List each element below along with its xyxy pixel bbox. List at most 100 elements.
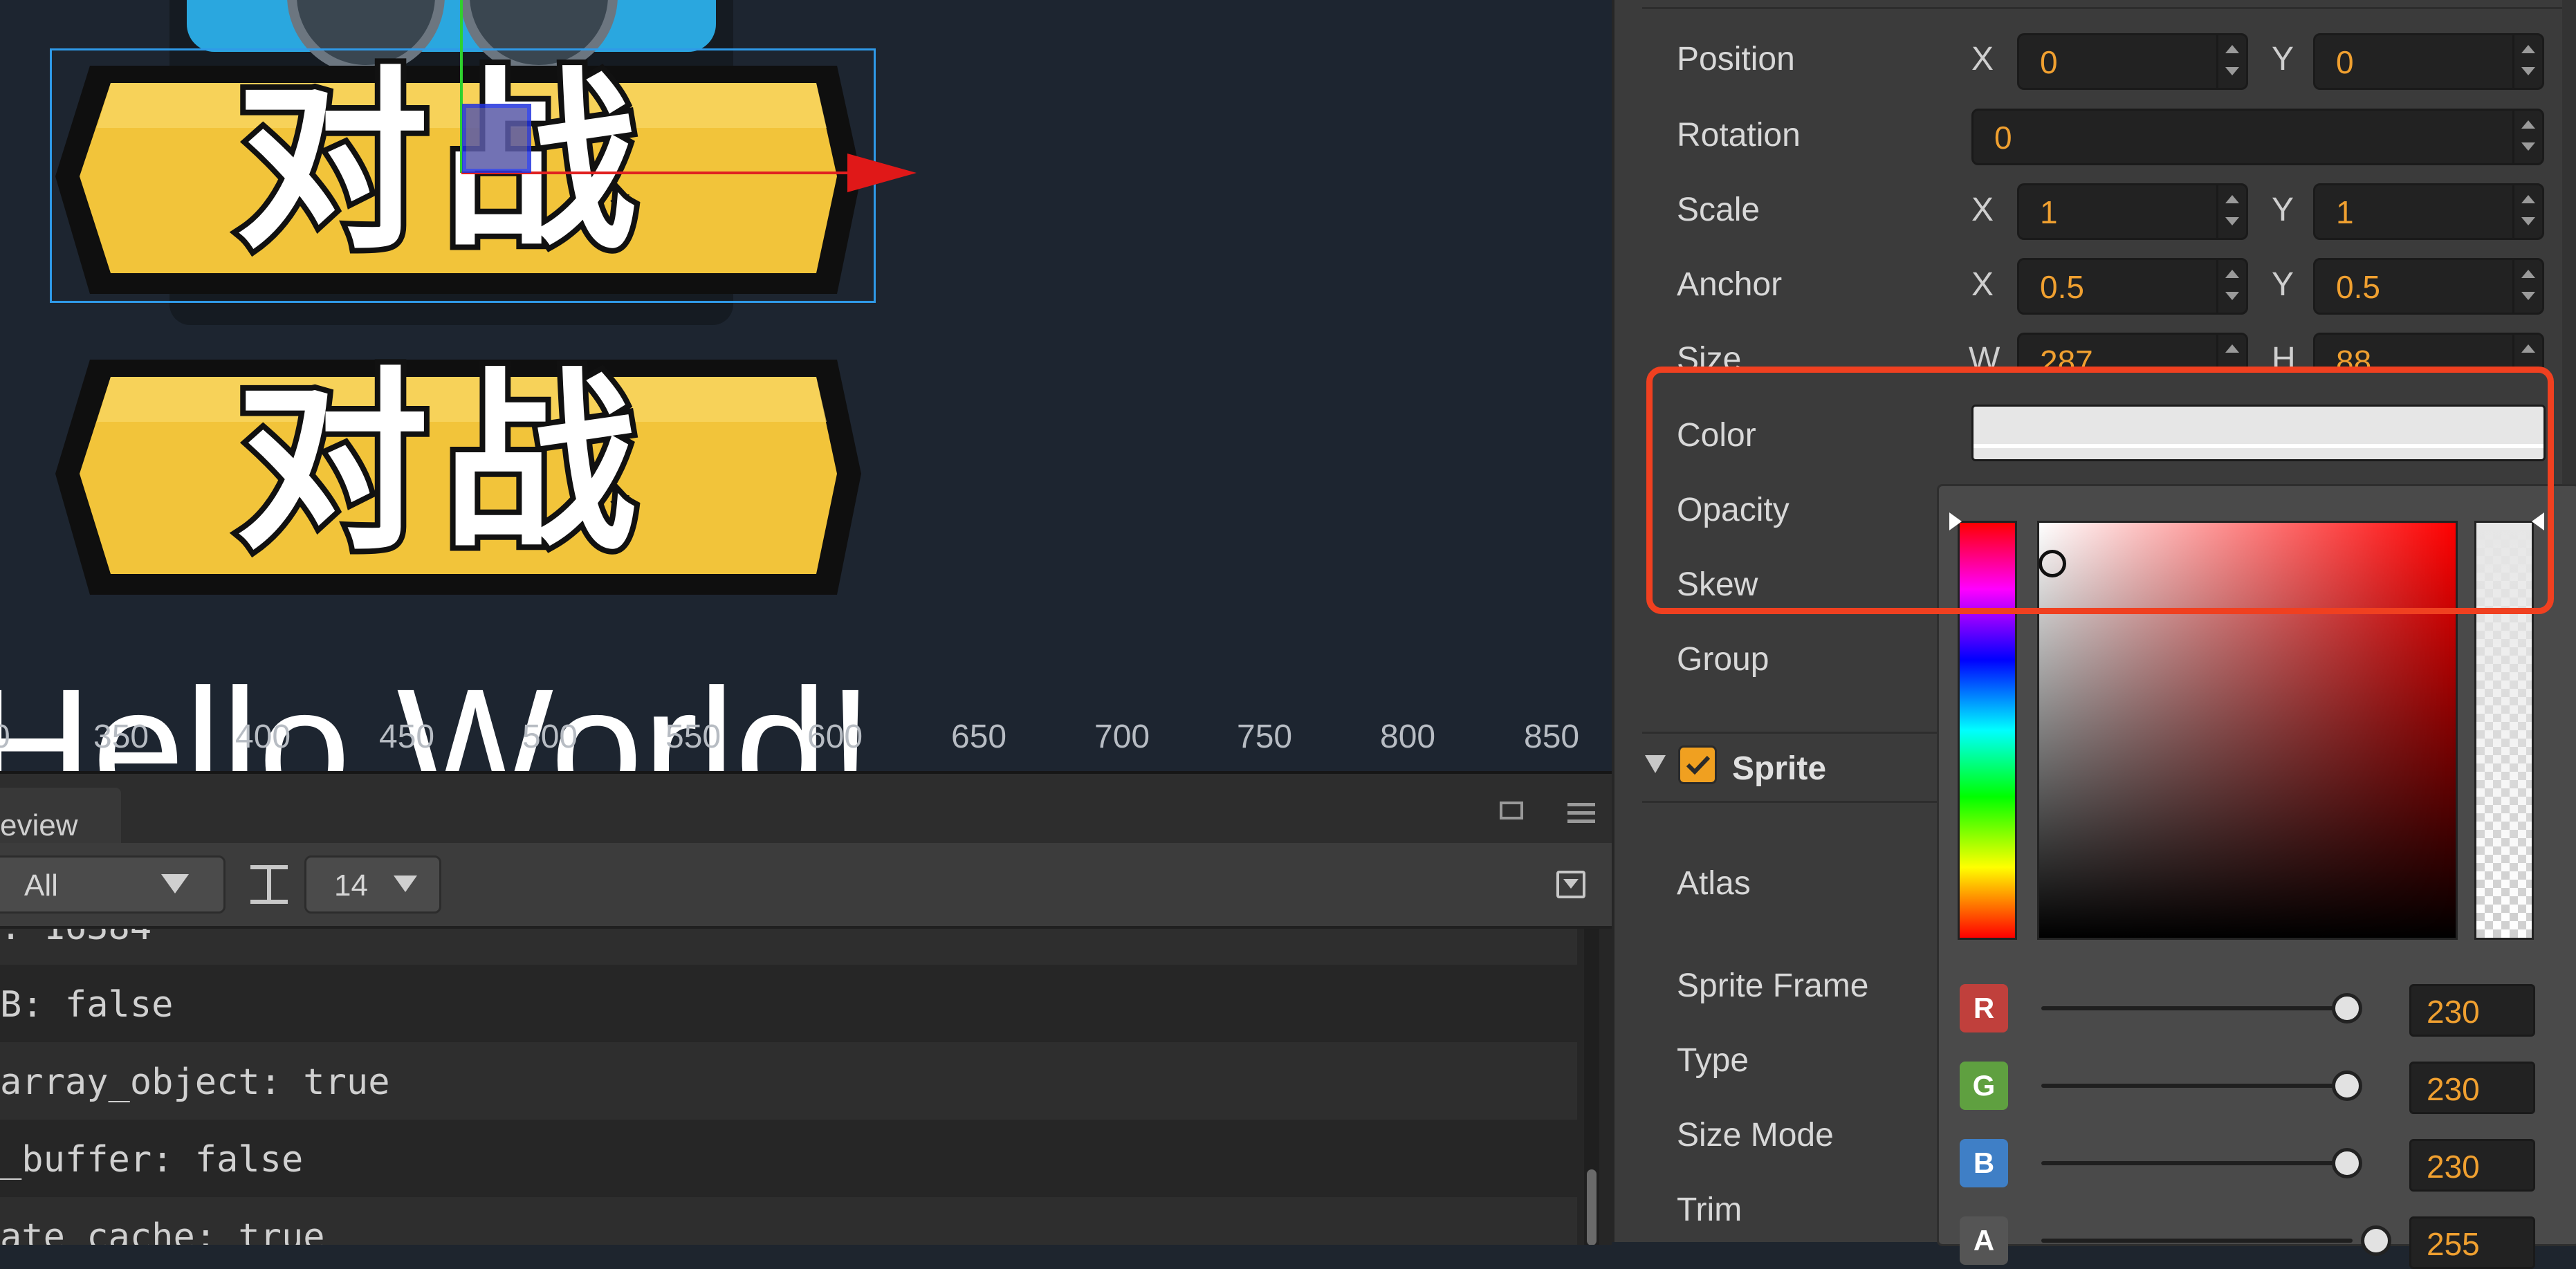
rotation-field[interactable]: 0 bbox=[1971, 109, 2544, 165]
checkmark-icon bbox=[1686, 755, 1711, 775]
selection-box bbox=[50, 48, 876, 303]
log-scrollbar-thumb[interactable] bbox=[1587, 1169, 1597, 1245]
ruler-label: 500 bbox=[522, 719, 578, 755]
channel-b-value: 230 bbox=[2427, 1149, 2480, 1185]
log-level-select[interactable]: All bbox=[0, 855, 226, 914]
channel-a-track[interactable] bbox=[2041, 1239, 2353, 1243]
ruler-label: 700 bbox=[1094, 719, 1150, 755]
channel-r-knob[interactable] bbox=[2332, 993, 2362, 1023]
stepper[interactable] bbox=[2216, 260, 2246, 313]
atlas-label: Atlas bbox=[1677, 865, 1751, 902]
console-toolbar: All 14 bbox=[0, 843, 1612, 929]
channel-a-knob[interactable] bbox=[2361, 1225, 2391, 1256]
console-tabbar: eview bbox=[0, 774, 1612, 846]
channel-r-value: 230 bbox=[2427, 994, 2480, 1030]
anchor-y-axis-label: Y bbox=[2272, 266, 2294, 303]
anchor-y-field[interactable]: 0.5 bbox=[2313, 258, 2544, 315]
channel-g-field[interactable]: 230 bbox=[2409, 1062, 2535, 1114]
ruler-label: 750 bbox=[1237, 719, 1293, 755]
channel-b-field[interactable]: 230 bbox=[2409, 1139, 2535, 1192]
font-size-value: 14 bbox=[334, 869, 368, 902]
scale-y-value: 1 bbox=[2336, 194, 2354, 230]
sprite-section-title: Sprite bbox=[1732, 750, 1827, 787]
scale-y-axis-label: Y bbox=[2272, 192, 2294, 228]
channel-b-badge: B bbox=[1960, 1139, 2008, 1187]
stepper[interactable] bbox=[2512, 185, 2542, 238]
log-list[interactable]: : 16384 B: false array_object: true _buf… bbox=[0, 929, 1612, 1245]
rotation-label: Rotation bbox=[1677, 117, 1801, 154]
font-size-icon bbox=[250, 865, 288, 904]
log-text: ate_cache: true bbox=[0, 1216, 325, 1245]
font-size-select[interactable]: 14 bbox=[304, 855, 441, 914]
gizmo-center[interactable] bbox=[462, 104, 531, 173]
stepper[interactable] bbox=[2216, 35, 2246, 88]
ruler-label: 650 bbox=[951, 719, 1007, 755]
ruler-label: 600 bbox=[807, 719, 863, 755]
scale-x-axis-label: X bbox=[1971, 192, 1994, 228]
channel-g-value: 230 bbox=[2427, 1071, 2480, 1107]
position-x-field[interactable]: 0 bbox=[2017, 33, 2248, 90]
channel-r-badge: R bbox=[1960, 984, 2008, 1032]
gizmo-x-arrow[interactable] bbox=[847, 154, 917, 192]
chevron-down-icon bbox=[161, 874, 189, 893]
position-x-value: 0 bbox=[2040, 44, 2058, 80]
anchor-x-field[interactable]: 0.5 bbox=[2017, 258, 2248, 315]
channel-g-track[interactable] bbox=[2041, 1084, 2353, 1088]
channel-r-track[interactable] bbox=[2041, 1006, 2353, 1010]
channel-a-field[interactable]: 255 bbox=[2409, 1216, 2535, 1269]
channel-b-track[interactable] bbox=[2041, 1161, 2353, 1165]
console-panel: eview All 14 : 16384 B: false array_obje… bbox=[0, 771, 1612, 1245]
log-text: : 16384 bbox=[0, 929, 151, 948]
ruler-label: 350 bbox=[93, 719, 149, 755]
expand-triangle-icon[interactable] bbox=[1645, 755, 1666, 773]
stepper[interactable] bbox=[2512, 35, 2542, 88]
log-row: : 16384 bbox=[0, 929, 1577, 965]
popout-icon[interactable] bbox=[1500, 802, 1523, 819]
position-y-value: 0 bbox=[2336, 44, 2354, 80]
stepper[interactable] bbox=[2512, 260, 2542, 313]
scale-y-field[interactable]: 1 bbox=[2313, 183, 2544, 240]
channel-a-value: 255 bbox=[2427, 1226, 2480, 1262]
sprite-enabled-checkbox[interactable] bbox=[1678, 745, 1717, 784]
sprite-frame-label: Sprite Frame bbox=[1677, 967, 1869, 1004]
type-label: Type bbox=[1677, 1042, 1749, 1079]
group-label: Group bbox=[1677, 641, 1769, 678]
tab-preview-label: eview bbox=[0, 808, 78, 842]
scale-x-field[interactable]: 1 bbox=[2017, 183, 2248, 240]
size-h-field[interactable]: 88 bbox=[2313, 333, 2544, 371]
channel-g-knob[interactable] bbox=[2332, 1071, 2362, 1101]
trim-label: Trim bbox=[1677, 1192, 1742, 1228]
log-row: B: false bbox=[0, 965, 1577, 1042]
scene-ruler: 0 350 400 450 500 550 600 650 700 750 80… bbox=[0, 705, 1612, 771]
channel-r-field[interactable]: 230 bbox=[2409, 984, 2535, 1037]
stepper[interactable] bbox=[2216, 185, 2246, 238]
channel-g-badge: G bbox=[1960, 1062, 2008, 1110]
collapse-icon[interactable] bbox=[1556, 871, 1585, 898]
channel-b-knob[interactable] bbox=[2332, 1148, 2362, 1178]
tab-preview[interactable]: eview bbox=[0, 788, 121, 846]
channel-a-badge: A bbox=[1960, 1216, 2008, 1265]
ruler-label: 800 bbox=[1380, 719, 1436, 755]
position-y-field[interactable]: 0 bbox=[2313, 33, 2544, 90]
rotation-value: 0 bbox=[1994, 120, 2012, 156]
log-row: ate_cache: true bbox=[0, 1197, 1577, 1245]
battle-button-text-2: 对战 bbox=[230, 349, 650, 577]
size-row: Size W 287 H 88 bbox=[1614, 325, 2576, 371]
anchor-x-value: 0.5 bbox=[2040, 269, 2084, 305]
log-level-value: All bbox=[24, 869, 58, 902]
ruler-label: 850 bbox=[1524, 719, 1580, 755]
size-w-field[interactable]: 287 bbox=[2017, 333, 2248, 371]
stepper[interactable] bbox=[2216, 335, 2246, 371]
log-scrollbar[interactable] bbox=[1584, 929, 1599, 1245]
stepper[interactable] bbox=[2512, 335, 2542, 371]
log-text: _buffer: false bbox=[0, 1139, 304, 1180]
log-row: _buffer: false bbox=[0, 1120, 1577, 1197]
log-text: array_object: true bbox=[0, 1062, 390, 1103]
position-y-axis-label: Y bbox=[2272, 41, 2294, 77]
anchor-x-axis-label: X bbox=[1971, 266, 1994, 303]
ruler-label: 450 bbox=[379, 719, 435, 755]
scale-label: Scale bbox=[1677, 192, 1760, 228]
scene-view[interactable]: 对战 对战 Hello World! 0 350 400 450 500 550… bbox=[0, 0, 1612, 771]
stepper[interactable] bbox=[2512, 111, 2542, 163]
menu-icon[interactable] bbox=[1567, 803, 1595, 824]
